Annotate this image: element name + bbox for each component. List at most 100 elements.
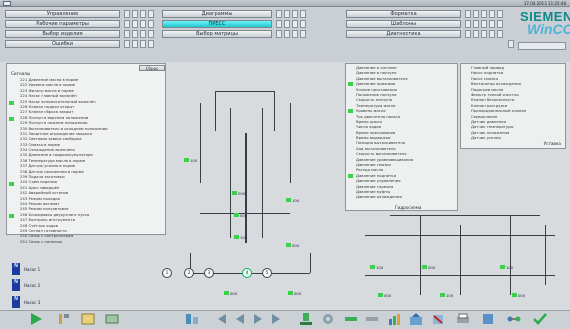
nav-slot[interactable] bbox=[132, 10, 138, 18]
tools-icon[interactable] bbox=[56, 312, 72, 326]
nav-slot[interactable] bbox=[465, 30, 471, 38]
device-list: Главный привод Насос подпитки Насос смаз… bbox=[471, 65, 565, 140]
nav-slot[interactable] bbox=[473, 10, 479, 18]
pump-row-3[interactable]: N Насос 3 bbox=[12, 296, 102, 308]
play-icon[interactable] bbox=[28, 312, 44, 326]
nav-product-select[interactable]: Выбор изделия bbox=[5, 30, 120, 38]
nav-slot[interactable] bbox=[132, 30, 138, 38]
pump-row-1[interactable]: N Насос 1 bbox=[12, 263, 102, 275]
arrow-right2-icon[interactable] bbox=[268, 312, 284, 326]
nav-slot[interactable] bbox=[140, 30, 146, 38]
nav-slot[interactable] bbox=[124, 40, 130, 48]
nav-slot[interactable] bbox=[465, 10, 471, 18]
nav-diagrams[interactable]: Диаграммы bbox=[162, 10, 272, 18]
reset-button[interactable]: Сброс bbox=[139, 65, 165, 71]
arrow-right-icon[interactable] bbox=[250, 312, 266, 326]
press-icon[interactable] bbox=[298, 312, 314, 326]
nav-control[interactable]: Управление bbox=[5, 10, 120, 18]
window-icon[interactable] bbox=[3, 1, 11, 6]
nav-slot[interactable] bbox=[473, 20, 479, 28]
measurements-panel: Давление в системе Давление в ползуне Да… bbox=[345, 63, 458, 211]
n-badge: N bbox=[12, 279, 20, 291]
panel-title: Сигналы bbox=[11, 71, 31, 76]
forward-icon[interactable] bbox=[364, 312, 380, 326]
center-indicator bbox=[234, 213, 239, 217]
value-tag: 000 bbox=[518, 293, 526, 298]
nav-slot[interactable] bbox=[292, 20, 298, 28]
station-circle[interactable]: 5 bbox=[262, 268, 272, 278]
press-diagram: 100 000 100 000 100 000 000 000 1 2 3 4 … bbox=[162, 63, 340, 303]
arrow-left-icon[interactable] bbox=[214, 312, 230, 326]
nav-slot[interactable] bbox=[473, 30, 479, 38]
station-circle[interactable]: 2 bbox=[184, 268, 194, 278]
nav-slot[interactable] bbox=[497, 10, 503, 18]
pump-row-2[interactable]: N Насос 2 bbox=[12, 279, 102, 291]
nav-slot[interactable] bbox=[489, 30, 495, 38]
center-indicator bbox=[232, 191, 237, 195]
status-indicator bbox=[9, 182, 14, 186]
nav-slot[interactable] bbox=[148, 20, 154, 28]
delete-icon[interactable] bbox=[430, 312, 446, 326]
center-indicator bbox=[184, 158, 189, 162]
nav-slot[interactable] bbox=[284, 10, 290, 18]
nav-slot[interactable] bbox=[148, 30, 154, 38]
nav-slot[interactable] bbox=[481, 20, 487, 28]
nav-slot[interactable] bbox=[292, 30, 298, 38]
nav-slot[interactable] bbox=[140, 40, 146, 48]
nav-diagnostics[interactable]: Диагностика bbox=[346, 30, 461, 38]
process-icon[interactable] bbox=[184, 312, 200, 326]
nav-slot[interactable] bbox=[148, 10, 154, 18]
station-circle[interactable]: 4 bbox=[242, 268, 252, 278]
station-circle[interactable]: 3 bbox=[204, 268, 214, 278]
nav-slot[interactable] bbox=[497, 30, 503, 38]
nav-slot[interactable] bbox=[489, 20, 495, 28]
nav-errors[interactable]: Ошибки bbox=[5, 40, 120, 48]
nav-format[interactable]: Форматка bbox=[346, 10, 461, 18]
settings-icon[interactable] bbox=[104, 312, 120, 326]
nav-slot[interactable] bbox=[489, 10, 495, 18]
nav-slot[interactable] bbox=[124, 20, 130, 28]
nav-slot[interactable] bbox=[300, 20, 306, 28]
check-icon[interactable] bbox=[532, 312, 548, 326]
nav-work-params[interactable]: Рабочие параметры bbox=[5, 20, 120, 28]
nav-slot[interactable] bbox=[300, 30, 306, 38]
nav-slot[interactable] bbox=[132, 40, 138, 48]
nav-slot[interactable] bbox=[140, 20, 146, 28]
nav-templates[interactable]: Шаблоны bbox=[346, 20, 461, 28]
language-field[interactable] bbox=[518, 42, 566, 50]
diagram-indicator bbox=[370, 265, 375, 269]
nav-slot[interactable] bbox=[276, 20, 282, 28]
chart-icon[interactable] bbox=[387, 312, 403, 326]
nav-press[interactable]: ПРЕСС bbox=[162, 20, 272, 28]
back-icon[interactable] bbox=[343, 312, 359, 326]
status-indicator bbox=[9, 117, 14, 121]
nav-slot[interactable] bbox=[465, 20, 471, 28]
nav-slot[interactable] bbox=[140, 10, 146, 18]
edit-icon[interactable] bbox=[80, 312, 96, 326]
nav-slot[interactable] bbox=[497, 20, 503, 28]
nav-slot[interactable] bbox=[300, 10, 306, 18]
nav-slot[interactable] bbox=[276, 30, 282, 38]
diagram-indicator bbox=[500, 265, 505, 269]
help-icon[interactable] bbox=[480, 312, 496, 326]
nav-slot[interactable] bbox=[508, 40, 514, 48]
nav-slot[interactable] bbox=[292, 10, 298, 18]
nav-matrix-select[interactable]: Выбор матрицы bbox=[162, 30, 272, 38]
station-circle[interactable]: 1 bbox=[162, 268, 172, 278]
nav-slot[interactable] bbox=[284, 20, 290, 28]
nav-slot[interactable] bbox=[481, 10, 487, 18]
nav-slot[interactable] bbox=[148, 40, 154, 48]
center-indicator bbox=[286, 198, 291, 202]
nav-slot[interactable] bbox=[124, 10, 130, 18]
upload-icon[interactable] bbox=[408, 312, 424, 326]
header-nav: Управление Диаграммы Форматка Рабочие па… bbox=[0, 7, 570, 62]
arrow-left2-icon[interactable] bbox=[232, 312, 248, 326]
nav-slot[interactable] bbox=[284, 30, 290, 38]
nav-slot[interactable] bbox=[276, 10, 282, 18]
nav-slot[interactable] bbox=[124, 30, 130, 38]
nav-slot[interactable] bbox=[481, 30, 487, 38]
network-icon[interactable] bbox=[506, 312, 522, 326]
nav-slot[interactable] bbox=[132, 20, 138, 28]
gear-icon[interactable] bbox=[320, 312, 336, 326]
print-icon[interactable] bbox=[455, 312, 471, 326]
